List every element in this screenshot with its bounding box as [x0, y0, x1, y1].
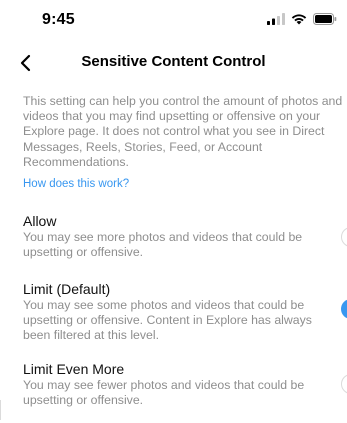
option-label: Allow	[23, 213, 57, 229]
option-limit-even-more[interactable]: Limit Even More You may see fewer photos…	[0, 361, 347, 409]
status-icons	[267, 13, 337, 25]
navigation-bar: Sensitive Content Control	[0, 44, 347, 88]
radio-button[interactable]	[341, 374, 347, 394]
radio-button-selected[interactable]	[341, 299, 347, 319]
how-does-this-work-link[interactable]: How does this work?	[23, 178, 129, 190]
status-bar: 9:45	[0, 0, 347, 44]
option-label: Limit (Default)	[23, 281, 111, 297]
option-description: You may see more photos and videos that …	[23, 230, 303, 259]
status-time: 9:45	[42, 11, 75, 28]
page-title: Sensitive Content Control	[81, 53, 266, 70]
option-limit-default[interactable]: Limit (Default) You may see some photos …	[0, 281, 347, 342]
cellular-signal-icon	[267, 13, 285, 25]
divider	[0, 400, 1, 420]
option-description: You may see fewer photos and videos that…	[23, 378, 305, 407]
setting-description: This setting can help you control the am…	[23, 94, 343, 169]
option-description: You may see some photos and videos that …	[23, 298, 312, 342]
radio-button[interactable]	[341, 227, 347, 247]
wifi-icon	[291, 14, 307, 25]
battery-icon	[313, 13, 337, 25]
option-label: Limit Even More	[23, 361, 125, 377]
option-allow[interactable]: Allow You may see more photos and videos…	[0, 213, 347, 261]
